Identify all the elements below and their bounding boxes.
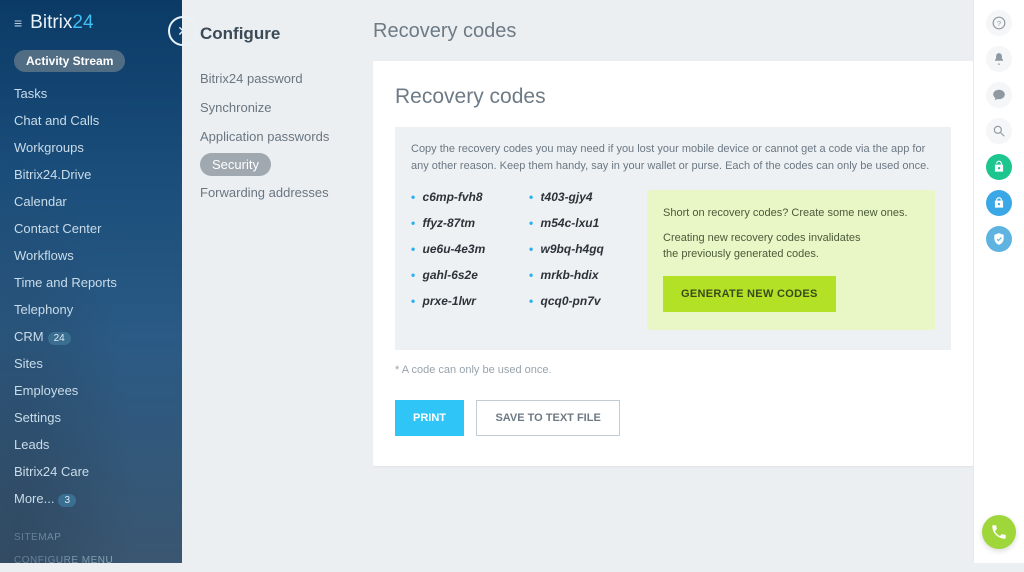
sidebar-item-time-reports[interactable]: Time and Reports	[14, 269, 168, 296]
sidebar-item-leads[interactable]: Leads	[14, 431, 168, 458]
sidebar-item-label: Time and Reports	[14, 275, 117, 290]
more-badge: 3	[58, 494, 76, 507]
config-item-label: Bitrix24 password	[200, 71, 303, 86]
recovery-code: m54c-lxu1	[529, 216, 647, 230]
hamburger-icon[interactable]: ≡	[14, 15, 22, 31]
sidebar-item-label: Workgroups	[14, 140, 84, 155]
configure-title: Configure	[200, 24, 363, 44]
sidebar-item-label: Bitrix24.Drive	[14, 167, 91, 182]
footnote: * A code can only be used once.	[395, 364, 951, 376]
sidebar-item-more[interactable]: More... 3	[14, 485, 168, 512]
sidebar-item-activity-stream[interactable]: Activity Stream	[14, 50, 125, 72]
config-item-synchronize[interactable]: Synchronize	[200, 93, 363, 122]
config-item-label: Application passwords	[200, 129, 329, 144]
sidebar-item-label: Calendar	[14, 194, 67, 209]
save-button[interactable]: SAVE TO TEXT FILE	[476, 400, 619, 436]
sidebar-item-label: Leads	[14, 437, 49, 452]
config-item-forwarding[interactable]: Forwarding addresses	[200, 178, 363, 207]
config-item-security[interactable]: Security	[200, 153, 271, 176]
sidebar-item-label: More...	[14, 491, 54, 506]
sidebar-item-label: Tasks	[14, 86, 47, 101]
help-icon[interactable]: ?	[986, 10, 1012, 36]
recovery-code: t403-gjy4	[529, 190, 647, 204]
recovery-code: ffyz-87tm	[411, 216, 529, 230]
sidebar-item-settings[interactable]: Settings	[14, 404, 168, 431]
recovery-code: w9bq-h4gq	[529, 242, 647, 256]
hint-text: Copy the recovery codes you may need if …	[411, 141, 935, 174]
shield-icon[interactable]	[986, 226, 1012, 252]
sidebar-item-sites[interactable]: Sites	[14, 350, 168, 377]
sidebar-item-label: Employees	[14, 383, 78, 398]
recovery-code: qcq0-pn7v	[529, 294, 647, 308]
recovery-code: gahl-6s2e	[411, 268, 529, 282]
recovery-code: mrkb-hdix	[529, 268, 647, 282]
svg-text:?: ?	[997, 19, 1001, 28]
sidebar-item-care[interactable]: Bitrix24 Care	[14, 458, 168, 485]
sidebar-item-telephony[interactable]: Telephony	[14, 296, 168, 323]
sidebar-item-drive[interactable]: Bitrix24.Drive	[14, 161, 168, 188]
sidebar-item-calendar[interactable]: Calendar	[14, 188, 168, 215]
config-item-label: Synchronize	[200, 100, 272, 115]
chat-icon[interactable]	[986, 82, 1012, 108]
sidebar-item-label: Workflows	[14, 248, 74, 263]
call-icon[interactable]	[982, 515, 1016, 549]
gen-text-2a: Creating new recovery codes invalidates	[663, 232, 861, 244]
bell-icon[interactable]	[986, 46, 1012, 72]
sidebar-item-tasks[interactable]: Tasks	[14, 80, 168, 107]
sidebar-item-crm[interactable]: CRM 24	[14, 323, 168, 350]
sidebar-item-label: Settings	[14, 410, 61, 425]
gen-text-1: Short on recovery codes? Create some new…	[663, 206, 919, 221]
page-title: Recovery codes	[373, 20, 973, 43]
sidebar-item-label: Bitrix24 Care	[14, 464, 89, 479]
sidebar-item-label: Chat and Calls	[14, 113, 99, 128]
sidebar-item-label: Telephony	[14, 302, 73, 317]
search-icon[interactable]	[986, 118, 1012, 144]
config-item-label: Forwarding addresses	[200, 185, 329, 200]
close-icon[interactable]: ✕	[168, 16, 198, 46]
generate-panel: Short on recovery codes? Create some new…	[647, 190, 935, 330]
sidebar-item-employees[interactable]: Employees	[14, 377, 168, 404]
sidebar-item-chat[interactable]: Chat and Calls	[14, 107, 168, 134]
lock-icon[interactable]	[986, 190, 1012, 216]
crm-badge: 24	[48, 332, 71, 345]
sidebar-item-workgroups[interactable]: Workgroups	[14, 134, 168, 161]
recovery-code: ue6u-4e3m	[411, 242, 529, 256]
print-button[interactable]: PRINT	[395, 400, 464, 436]
gen-text-2b: the previously generated codes.	[663, 248, 819, 260]
recovery-code: c6mp-fvh8	[411, 190, 529, 204]
config-item-app-pwd[interactable]: Application passwords	[200, 122, 363, 151]
sidebar-item-label: CRM	[14, 329, 44, 344]
sitemap-link[interactable]: SITEMAP	[14, 526, 168, 549]
recovery-code: prxe-1lwr	[411, 294, 529, 308]
recovery-card: Recovery codes Copy the recovery codes y…	[373, 61, 973, 466]
brand-logo[interactable]: ≡ Bitrix24	[0, 0, 182, 50]
sidebar-item-workflows[interactable]: Workflows	[14, 242, 168, 269]
sidebar-item-label: Contact Center	[14, 221, 101, 236]
sidebar-item-contact-center[interactable]: Contact Center	[14, 215, 168, 242]
card-title: Recovery codes	[395, 85, 951, 109]
sidebar-item-label: Sites	[14, 356, 43, 371]
config-item-label: Security	[212, 157, 259, 172]
configure-menu-link[interactable]: CONFIGURE MENU	[14, 549, 168, 572]
lock-open-icon[interactable]	[986, 154, 1012, 180]
generate-codes-button[interactable]: GENERATE NEW CODES	[663, 276, 836, 312]
config-item-password[interactable]: Bitrix24 password	[200, 64, 363, 93]
